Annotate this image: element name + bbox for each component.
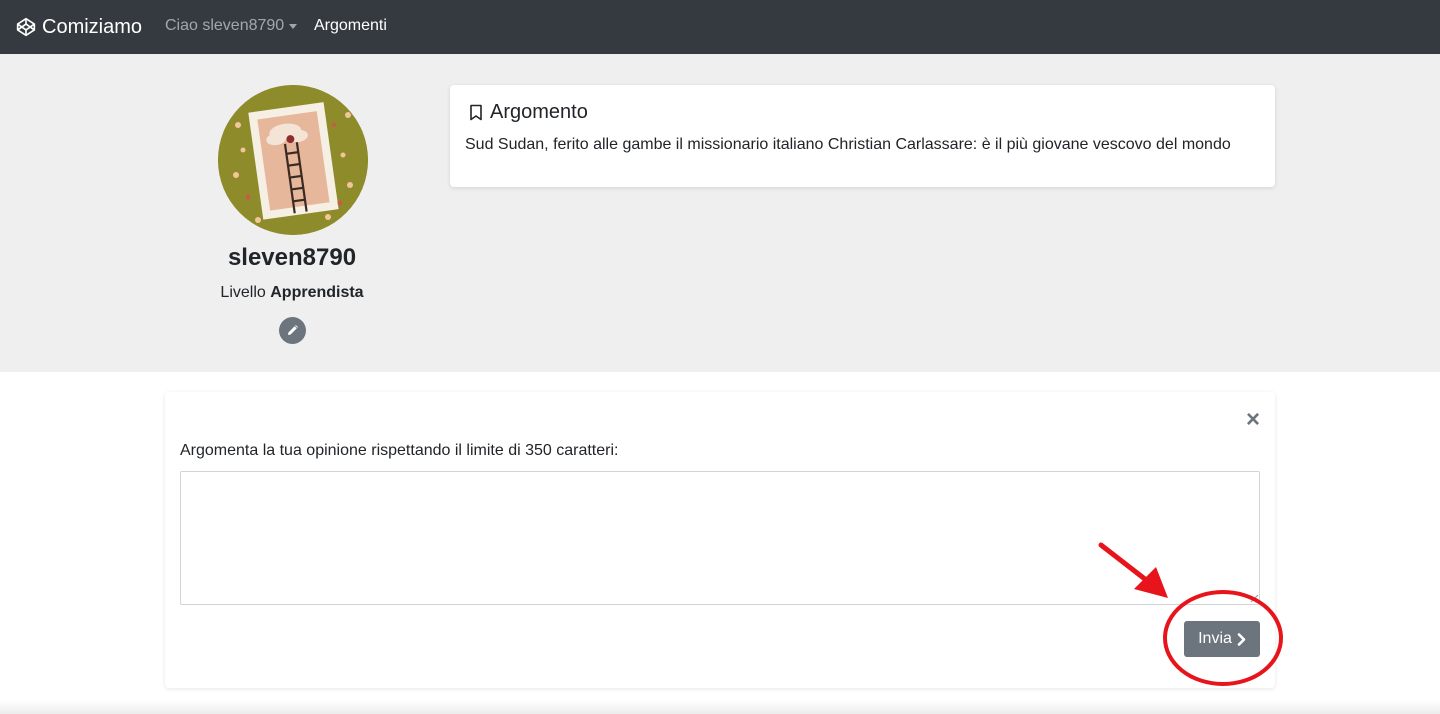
brand-link[interactable]: Comiziamo (16, 13, 142, 41)
bookmark-icon (470, 104, 482, 121)
codepen-cube-icon (16, 17, 36, 37)
profile-level: Livello Apprendista (172, 284, 412, 302)
submit-button[interactable]: Invia (1184, 621, 1260, 657)
brand-name: Comiziamo (42, 15, 143, 38)
avatar (218, 85, 368, 235)
level-value: Apprendista (270, 284, 364, 301)
topic-title: Argomento (490, 101, 588, 123)
profile-header-section: sleven8790 Livello Apprendista Argomento… (0, 54, 1440, 372)
user-menu-label: Ciao sleven8790 (165, 17, 285, 34)
edit-profile-button[interactable] (279, 317, 306, 344)
close-icon[interactable]: × (1241, 408, 1265, 432)
resize-grip-icon[interactable] (1249, 593, 1259, 603)
pencil-icon (287, 325, 298, 336)
topic-text: Sud Sudan, ferito alle gambe il missiona… (465, 136, 1231, 153)
opinion-form-card: × Argomenta la tua opinione rispettando … (165, 392, 1275, 688)
user-menu-dropdown[interactable]: Ciao sleven8790 (165, 17, 298, 35)
topic-card: Argomento Sud Sudan, ferito alle gambe i… (450, 85, 1275, 187)
top-navbar: Comiziamo Ciao sleven8790 Argomenti (0, 0, 1440, 54)
avatar-illustration-ladder (218, 85, 368, 235)
level-prefix: Livello (220, 284, 266, 301)
profile-username: sleven8790 (227, 244, 357, 271)
chevron-right-icon (1237, 632, 1246, 646)
opinion-label: Argomenta la tua opinione rispettando il… (180, 442, 619, 459)
caret-down-icon (289, 23, 298, 29)
opinion-textarea[interactable] (180, 471, 1260, 605)
nav-link-argomenti[interactable]: Argomenti (314, 17, 387, 35)
topic-header: Argomento (469, 101, 588, 124)
page-bottom-shadow (0, 700, 1440, 714)
submit-label: Invia (1198, 630, 1232, 647)
